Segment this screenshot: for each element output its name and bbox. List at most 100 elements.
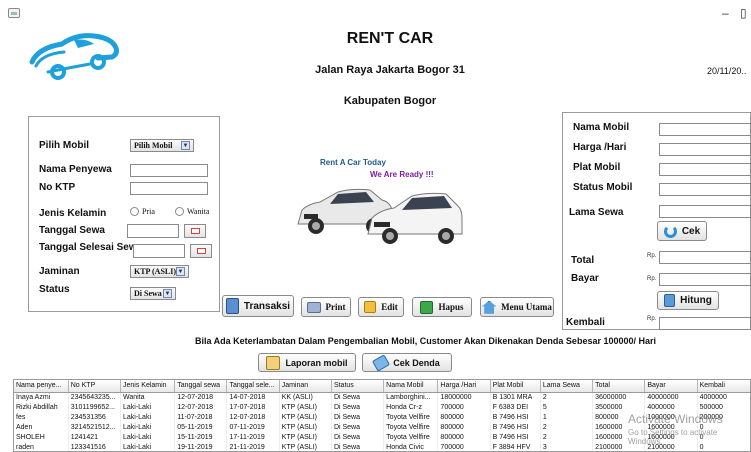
column-header[interactable]: No KTP [68, 380, 121, 393]
nama-mobil-label: Nama Mobil [573, 122, 630, 133]
table-cell: 12-07-2018 [174, 392, 228, 402]
table-cell: raden [14, 442, 69, 451]
status-select[interactable]: Di Sewa ▼ [130, 287, 176, 300]
jaminan-value: KTP (ASLI) [134, 267, 177, 276]
gender-wanita-label: Wanita [187, 207, 210, 216]
car-logo-icon [28, 24, 120, 86]
payment-panel: Nama Mobil Harga /Hari Plat Mobil Status… [562, 112, 751, 330]
activation-watermark-sub: Go to Settings to activate Windows. [628, 428, 718, 446]
app-icon [8, 8, 20, 18]
harga-input[interactable] [659, 143, 751, 156]
table-cell: Toyota Vellfire [383, 432, 439, 442]
table-cell: Di Sewa [331, 422, 385, 432]
pilih-mobil-select[interactable]: Pilih Mobil ▼ [130, 139, 194, 152]
jaminan-select[interactable]: KTP (ASLI) ▼ [130, 265, 189, 278]
table-cell: Wanita [120, 392, 176, 402]
table-cell: F 6383 DEI [490, 402, 541, 412]
table-cell: 2 [540, 392, 594, 402]
harga-label: Harga /Hari [573, 142, 627, 153]
column-header[interactable]: Nama penye... [14, 380, 69, 393]
no-ktp-input[interactable] [130, 182, 208, 195]
table-cell: Honda Civic [383, 442, 439, 451]
column-header[interactable]: Plat Mobil [490, 380, 541, 393]
hitung-button[interactable]: Hitung [657, 291, 719, 310]
table-cell: 17-11-2019 [226, 432, 280, 442]
table-row[interactable]: Inaya Azmi 2345643235... Wanita 12-07-2018 1… [14, 392, 750, 402]
table-cell: 12-07-2018 [226, 412, 280, 422]
gender-wanita-radio[interactable]: Wanita [175, 207, 209, 216]
table-cell: Aden [14, 422, 69, 432]
table-cell: Toyota Vellfire [383, 422, 439, 432]
column-header[interactable]: Jenis Kelamin [120, 380, 176, 393]
menu-utama-button[interactable]: Menu Utama [480, 297, 554, 317]
cek-denda-label: Cek Denda [393, 357, 440, 368]
column-header[interactable]: Tanggal sele... [226, 380, 280, 393]
table-cell: Di Sewa [331, 392, 385, 402]
column-header[interactable]: Tanggal sewa [174, 380, 228, 393]
lama-sewa-input[interactable] [659, 205, 751, 218]
gender-pria-label: Pria [142, 207, 155, 216]
column-header[interactable]: Kembali [697, 380, 750, 393]
column-header[interactable]: Jaminan [279, 380, 332, 393]
table-cell: 1241421 [68, 432, 121, 442]
print-button[interactable]: Print [301, 297, 351, 317]
table-cell: B 7496 HSI [490, 432, 541, 442]
cek-button-label: Cek [681, 225, 701, 237]
column-header[interactable]: Harga /Hari [437, 380, 491, 393]
plat-label: Plat Mobil [573, 162, 621, 173]
gender-pria-radio[interactable]: Pria [130, 207, 155, 216]
table-row[interactable]: Rizki Abdillah 3101199652... Laki-Laki 12-0… [14, 402, 750, 412]
table-cell: 2345643235... [68, 392, 121, 402]
hapus-button[interactable]: Hapus [412, 297, 472, 317]
total-input[interactable] [659, 251, 751, 264]
column-header[interactable]: Total [592, 380, 646, 393]
report-icon [266, 355, 281, 370]
radio-icon [175, 207, 184, 216]
cars-image [294, 180, 464, 250]
status-mobil-label: Status Mobil [573, 182, 633, 193]
tanggal-sewa-input[interactable] [127, 224, 179, 238]
tanggal-selesai-input[interactable] [133, 244, 185, 258]
nama-penyewa-input[interactable] [130, 164, 208, 177]
pencil-icon [372, 353, 391, 372]
bayar-input[interactable] [659, 273, 751, 286]
table-cell: 4000000 [644, 402, 698, 412]
table-cell: 700000 [437, 402, 491, 412]
table-cell: 5 [540, 402, 594, 412]
transaksi-button[interactable]: Transaksi [222, 295, 294, 317]
edit-button[interactable]: Edit [358, 297, 404, 317]
table-cell: Rizki Abdillah [14, 402, 69, 412]
table-cell: Laki-Laki [120, 422, 176, 432]
status-mobil-input[interactable] [659, 183, 751, 196]
ad-line2: We Are Ready !!! [370, 170, 434, 179]
edit-label: Edit [381, 302, 398, 312]
column-header[interactable]: Status [331, 380, 385, 393]
bayar-currency: Rp. [647, 276, 657, 282]
table-cell: 123341516 [68, 442, 121, 451]
cek-denda-button[interactable]: Cek Denda [362, 353, 452, 372]
table-cell: KTP (ASLI) [279, 402, 332, 412]
kembali-currency: Rp. [647, 316, 657, 322]
column-header[interactable]: Nama Mobil [383, 380, 439, 393]
maximize-button[interactable]: ▯ [740, 6, 747, 20]
refresh-icon [663, 224, 677, 238]
column-header[interactable]: Lama Sewa [540, 380, 594, 393]
table-cell: Laki-Laki [120, 402, 176, 412]
minimize-button[interactable]: – [722, 6, 729, 20]
table-cell: Di Sewa [331, 412, 385, 422]
laporan-label: Laporan mobil [285, 357, 348, 368]
kembali-input[interactable] [659, 317, 751, 330]
app-title: REN'T CAR [346, 30, 434, 47]
plat-input[interactable] [659, 163, 751, 176]
laporan-button[interactable]: Laporan mobil [258, 353, 356, 372]
table-cell: 40000000 [644, 392, 698, 402]
transaksi-label: Transaksi [243, 300, 291, 312]
cek-button[interactable]: Cek [657, 221, 707, 241]
nama-mobil-input[interactable] [659, 123, 751, 136]
table-cell: 800000 [437, 432, 491, 442]
tanggal-selesai-calendar-button[interactable] [190, 244, 212, 258]
tanggal-sewa-calendar-button[interactable] [184, 224, 206, 238]
column-header[interactable]: Bayar [644, 380, 698, 393]
table-cell: Di Sewa [331, 402, 385, 412]
table-cell: 1 [540, 412, 594, 422]
